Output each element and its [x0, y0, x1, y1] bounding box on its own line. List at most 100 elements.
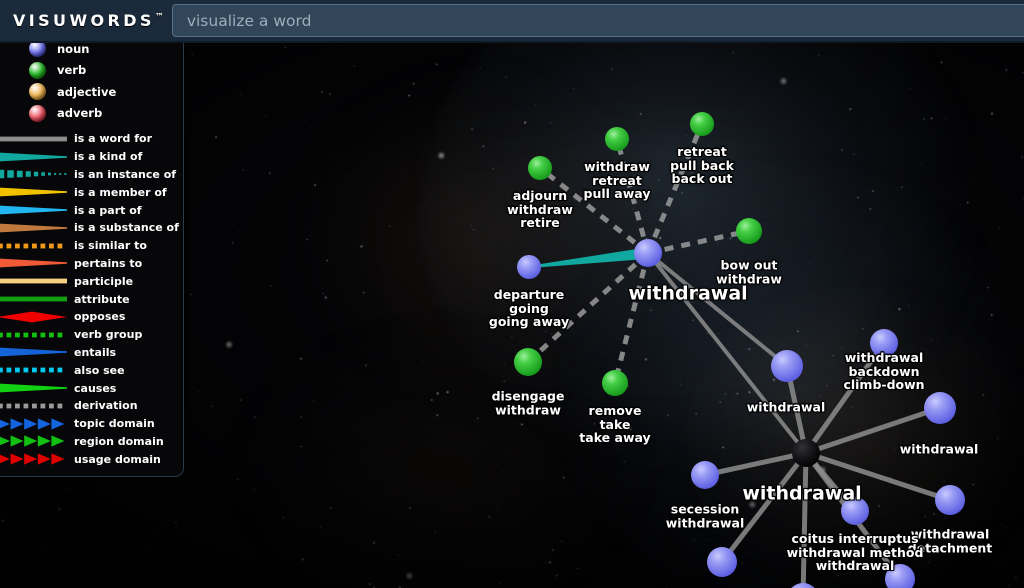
trademark-symbol: ™	[154, 12, 164, 23]
legend-relation-pertains-to[interactable]: pertains to	[0, 255, 183, 273]
legend-relation-swatch	[0, 136, 67, 142]
legend-panel: noun verb adjective adverb is a word for is …	[0, 32, 184, 478]
app-header: VISUWORDS™	[0, 0, 1024, 43]
legend-relation-swatch	[0, 187, 67, 197]
adverb-dot	[29, 104, 46, 122]
graph-node[interactable]	[690, 112, 714, 136]
legend-pos-adverb[interactable]: adverb	[0, 103, 183, 125]
legend-pos-label: verb	[57, 63, 87, 78]
legend-relation-label: verb group	[74, 328, 143, 342]
legend-pos-adjective[interactable]: adjective	[0, 81, 183, 103]
graph-node[interactable]	[707, 547, 737, 577]
legend-relation-swatch	[0, 383, 67, 393]
legend-relation-topic-domain[interactable]: topic domain	[0, 415, 183, 433]
legend-relation-verb-group[interactable]: verb group	[0, 326, 183, 344]
legend-relation-entails[interactable]: entails	[0, 344, 183, 362]
graph-edge	[805, 405, 941, 456]
legend-relation-also-see[interactable]: also see	[0, 361, 183, 379]
legend-relation-label: is a word for	[74, 132, 153, 146]
graph-node[interactable]	[736, 218, 762, 244]
legend-relation-swatch	[0, 367, 63, 373]
graph-edge	[645, 123, 705, 254]
legend-relation-label: also see	[74, 363, 125, 377]
graph-node[interactable]	[870, 329, 898, 357]
legend-relation-label: opposes	[74, 310, 126, 324]
legend-pos-verb[interactable]: verb	[0, 60, 183, 82]
legend-relation-label: pertains to	[74, 256, 143, 270]
legend-relation-swatch	[0, 348, 67, 357]
legend-relation-participle[interactable]: participle	[0, 272, 183, 290]
legend-relation-swatch	[0, 170, 67, 179]
node-layer[interactable]	[514, 112, 965, 588]
legend-relation-label: entails	[74, 345, 117, 359]
app-logo[interactable]: VISUWORDS™	[0, 11, 164, 30]
search-input[interactable]	[171, 4, 1024, 37]
legend-relation-label: is similar to	[74, 239, 147, 253]
graph-edge	[526, 251, 650, 364]
legend-relation-swatch	[0, 259, 67, 268]
legend-relation-is-a-substance-of[interactable]: is a substance of	[0, 219, 183, 237]
legend-relation-swatch	[0, 332, 63, 338]
legend-relation-is-similar-to[interactable]: is similar to	[0, 237, 183, 255]
graph-edge	[528, 247, 649, 269]
verb-dot	[29, 61, 46, 79]
graph-node[interactable]	[787, 583, 819, 588]
graph-node[interactable]	[605, 127, 629, 151]
legend-relation-label: topic domain	[74, 417, 155, 431]
graph-node[interactable]	[924, 392, 956, 424]
legend-relation-usage-domain[interactable]: usage domain	[0, 450, 183, 468]
legend-relation-is-a-word-for[interactable]: is a word for	[0, 130, 183, 148]
legend-relation-swatch	[0, 453, 65, 465]
graph-node[interactable]	[602, 370, 628, 396]
legend-relation-label: causes	[74, 381, 117, 395]
legend-relation-label: is a member of	[74, 185, 167, 199]
graph-edge	[803, 341, 887, 455]
legend-relation-opposes[interactable]: opposes	[0, 308, 183, 326]
legend-relation-swatch	[0, 311, 67, 323]
graph-edge	[800, 452, 809, 588]
search-container	[171, 4, 1024, 37]
graph-node[interactable]	[634, 239, 662, 267]
adjective-dot	[29, 83, 46, 101]
graph-node[interactable]	[528, 156, 552, 180]
legend-relation-is-a-kind-of[interactable]: is a kind of	[0, 148, 183, 166]
graph-edge	[538, 166, 650, 255]
legend-relation-derivation[interactable]: derivation	[0, 397, 183, 415]
legend-relation-region-domain[interactable]: region domain	[0, 433, 183, 451]
legend-relation-label: attribute	[74, 292, 130, 306]
graph-edge	[647, 228, 750, 256]
graph-node[interactable]	[771, 350, 803, 382]
legend-relation-causes[interactable]: causes	[0, 379, 183, 397]
legend-relation-swatch	[0, 205, 67, 215]
legend-relation-label: derivation	[74, 399, 138, 413]
legend-relation-swatch	[0, 403, 63, 409]
legend-relation-is-a-member-of[interactable]: is a member of	[0, 183, 183, 201]
legend-relation-attribute[interactable]: attribute	[0, 290, 183, 308]
graph-edge	[646, 251, 789, 368]
brand-text: VISUWORDS	[13, 11, 155, 30]
legend-pos-label: adjective	[57, 84, 117, 99]
legend-relation-label: is a kind of	[74, 150, 143, 164]
graph-node[interactable]	[514, 348, 542, 376]
legend-relation-label: usage domain	[74, 452, 161, 466]
graph-node[interactable]	[517, 255, 541, 279]
relation-legend: is a word for is a kind of is an instance …	[0, 130, 183, 468]
legend-relation-swatch	[0, 435, 65, 448]
graph-node[interactable]	[691, 461, 719, 489]
legend-relation-swatch	[0, 223, 67, 233]
legend-pos-label: adverb	[57, 106, 103, 121]
graph-edge	[612, 252, 651, 384]
graph-node[interactable]	[935, 485, 965, 515]
legend-relation-swatch	[0, 278, 67, 284]
legend-relation-label: is a part of	[74, 203, 142, 217]
legend-relation-swatch	[0, 152, 67, 162]
legend-relation-label: is an instance of	[74, 167, 177, 181]
legend-relation-is-an-instance-of[interactable]: is an instance of	[0, 166, 183, 184]
legend-relation-is-a-part-of[interactable]: is a part of	[0, 201, 183, 219]
graph-node[interactable]	[841, 497, 869, 525]
legend-relation-swatch	[0, 296, 67, 302]
legend-relation-label: participle	[74, 274, 134, 288]
graph-node[interactable]	[792, 439, 820, 467]
legend-relation-swatch	[0, 418, 65, 430]
legend-pos-label: noun	[57, 41, 90, 56]
